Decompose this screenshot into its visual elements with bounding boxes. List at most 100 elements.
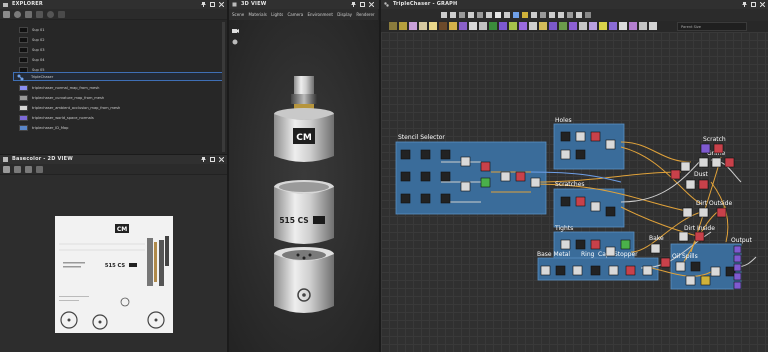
explorer-item[interactable]: Sup 02 — [0, 36, 227, 44]
texture-atlas: CM 515 CS — [55, 216, 173, 333]
maximize-icon[interactable] — [751, 2, 756, 7]
menu-renderer[interactable]: Renderer — [356, 12, 374, 17]
node-palette-icons[interactable] — [389, 21, 669, 32]
graph-icon — [384, 2, 389, 7]
explorer-item[interactable]: triplechaser_normal_map_from_mesh — [0, 84, 227, 92]
light-icon[interactable] — [232, 39, 238, 45]
label-base-metal: Base Metal — [537, 251, 570, 258]
pin-icon[interactable] — [742, 2, 747, 7]
ao-map-thumbnail — [19, 105, 28, 111]
fit-view-button[interactable] — [3, 166, 10, 173]
graph-toolbar-icons[interactable] — [441, 9, 641, 21]
pin-icon[interactable] — [201, 2, 206, 7]
label-dirt-inside: Dirt Inside — [684, 225, 715, 232]
explorer-item[interactable]: Sup 04 — [0, 56, 227, 64]
graph-toolbar — [381, 9, 768, 21]
base-body — [274, 254, 334, 313]
channel-button[interactable] — [14, 166, 21, 173]
explorer-item[interactable]: Sup 01 — [0, 26, 227, 34]
close-icon[interactable] — [219, 157, 224, 162]
explorer-item[interactable]: triplechaser_world_space_normals — [0, 114, 227, 122]
parent-size-field[interactable]: Parent Size — [677, 22, 747, 31]
label-dirt-outside: Dirt Outside — [696, 200, 732, 207]
world-normals-thumbnail — [19, 115, 28, 121]
graph-node-palette: Parent Size — [381, 21, 768, 32]
item-thumbnail — [19, 27, 28, 33]
explorer-scrollbar[interactable] — [222, 22, 225, 152]
item-thumbnail — [19, 37, 28, 43]
view2d-title: Basecolor - 2D VIEW — [12, 156, 73, 162]
settings-button[interactable] — [47, 11, 54, 18]
3d-model-viewport[interactable]: CM 515 CS — [258, 70, 350, 350]
item-thumbnail — [19, 57, 28, 63]
graph-panel: TripleChaser - GRAPH Parent Size — [381, 0, 768, 32]
explorer-item-selected[interactable]: TripleChaser — [13, 72, 223, 81]
item-thumbnail — [19, 47, 28, 53]
close-icon[interactable] — [760, 2, 765, 7]
frame-label-holes: Holes — [555, 117, 572, 124]
frame-label-stencil-selector: Stencil Selector — [398, 134, 445, 141]
explorer-toolbar — [0, 9, 227, 20]
graph-title-bar: TripleChaser - GRAPH — [381, 0, 768, 9]
more-button[interactable] — [58, 11, 65, 18]
graph-icon — [17, 74, 24, 81]
label-output: Output — [731, 237, 752, 244]
view3d-title: 3D VIEW — [241, 1, 267, 7]
folder-icon — [3, 3, 8, 7]
save-button[interactable] — [25, 11, 32, 18]
menu-camera[interactable]: Camera — [287, 12, 303, 17]
explorer-title-bar: EXPLORER — [0, 0, 227, 9]
view2d-title-bar: Basecolor - 2D VIEW — [0, 155, 227, 164]
explorer-panel: EXPLORER Sup 01 Sup 02 Sup 03 Sup 04 Sup… — [0, 0, 227, 154]
view3d-title-bar: 3D VIEW — [229, 0, 379, 9]
label-cm: CM — [296, 133, 312, 143]
label-515cs: 515 CS — [279, 216, 308, 225]
id-map-thumbnail — [19, 125, 28, 131]
link-button[interactable] — [36, 11, 43, 18]
maximize-icon[interactable] — [210, 2, 215, 7]
output-nodes[interactable] — [733, 245, 742, 290]
label-oil-spills: Oil Spills — [672, 253, 698, 260]
texture-text-cm: CM — [117, 226, 127, 233]
menu-environment[interactable]: Environment — [307, 12, 333, 17]
options-button[interactable] — [36, 166, 43, 173]
maximize-icon[interactable] — [360, 2, 365, 7]
label-stopper: Stopper — [614, 251, 638, 258]
close-icon[interactable] — [369, 2, 374, 7]
menu-materials[interactable]: Materials — [248, 12, 266, 17]
stopper-cap — [294, 76, 314, 94]
menu-scene[interactable]: Scene — [232, 12, 244, 17]
view2d-toolbar — [0, 164, 227, 175]
frame-label-scratches: Scratches — [555, 181, 585, 188]
label-ring: Ring — [581, 251, 595, 258]
explorer-item[interactable]: triplechaser_curvature_map_from_mesh — [0, 94, 227, 102]
explorer-item[interactable]: triplechaser_ID_Map — [0, 124, 227, 132]
explorer-item[interactable]: triplechaser_ambient_occlusion_map_from_… — [0, 104, 227, 112]
graph-title: TripleChaser - GRAPH — [393, 1, 458, 7]
curvature-map-thumbnail — [19, 95, 28, 101]
view3d-menubar: Scene Materials Lights Camera Environmen… — [229, 9, 378, 20]
menu-display[interactable]: Display — [337, 12, 352, 17]
camera-icon[interactable] — [232, 28, 239, 34]
pin-icon[interactable] — [351, 2, 356, 7]
app-window: EXPLORER Sup 01 Sup 02 Sup 03 Sup 04 Sup… — [0, 0, 768, 352]
cube-icon — [232, 2, 237, 7]
frame-label-tights: Tights — [554, 225, 573, 232]
explorer-item[interactable]: Sup 03 — [0, 46, 227, 54]
label-dust: Dust — [694, 171, 709, 178]
normal-map-thumbnail — [19, 85, 28, 91]
open-button[interactable] — [14, 11, 21, 18]
image-icon — [3, 157, 8, 162]
texture-text-515cs: 515 CS — [105, 263, 126, 269]
label-scratch: Scratch — [703, 136, 726, 143]
pin-icon[interactable] — [201, 157, 206, 162]
close-icon[interactable] — [219, 2, 224, 7]
menu-lights[interactable]: Lights — [271, 12, 283, 17]
save-image-button[interactable] — [25, 166, 32, 173]
maximize-icon[interactable] — [210, 157, 215, 162]
node-graph[interactable]: Stencil Selector Holes Scratches Tights … — [381, 32, 768, 352]
basecolor-texture-preview: CM 515 CS — [55, 216, 173, 333]
explorer-title: EXPLORER — [12, 1, 43, 7]
new-package-button[interactable] — [3, 11, 10, 18]
label-bake: Bake — [649, 235, 664, 242]
